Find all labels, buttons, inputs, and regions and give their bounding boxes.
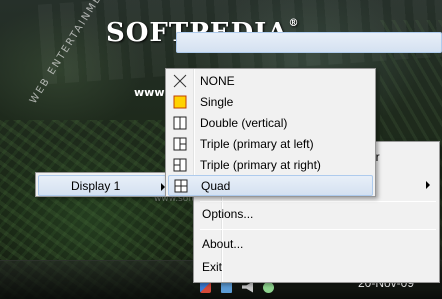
menu-item-display-1[interactable]: Display 1 bbox=[38, 175, 171, 196]
menu-item-label: Double (vertical) bbox=[200, 116, 288, 130]
windows-flag-icon[interactable] bbox=[200, 281, 211, 293]
triple-left-icon bbox=[173, 137, 187, 151]
menu-item-label: NONE bbox=[200, 74, 235, 88]
submenu-arrow-icon bbox=[426, 181, 430, 189]
menu-item-none[interactable]: NONE bbox=[168, 71, 373, 92]
menu-separator bbox=[200, 229, 436, 230]
double-vertical-icon bbox=[173, 116, 187, 130]
quad-icon bbox=[174, 179, 188, 193]
menu-separator bbox=[200, 201, 436, 202]
menu-item-label: Triple (primary at right) bbox=[200, 158, 321, 172]
www-text: www bbox=[134, 86, 165, 99]
menu-item-options[interactable]: Options... bbox=[202, 207, 253, 221]
layout-submenu: NONE Single Double (vertical) Triple (pr… bbox=[165, 68, 376, 197]
menu-item-triple-right[interactable]: Triple (primary at right) bbox=[168, 155, 373, 176]
single-pane-icon bbox=[173, 95, 187, 109]
menu-item-double-vertical[interactable]: Double (vertical) bbox=[168, 113, 373, 134]
display-menu: Display 1 bbox=[35, 172, 171, 197]
power-icon[interactable] bbox=[263, 281, 274, 293]
display-1-label: Display 1 bbox=[71, 179, 121, 193]
menu-item-label: Quad bbox=[201, 179, 231, 193]
menu-item-triple-left[interactable]: Triple (primary at left) bbox=[168, 134, 373, 155]
triple-right-icon bbox=[173, 158, 187, 172]
menu-item-exit[interactable]: Exit bbox=[202, 260, 222, 274]
menu-item-single[interactable]: Single bbox=[168, 92, 373, 113]
volume-icon[interactable] bbox=[242, 281, 253, 293]
menu-item-label: Single bbox=[200, 95, 234, 109]
registered-mark: ® bbox=[288, 18, 300, 29]
menu-item-display-1-highlight[interactable] bbox=[176, 32, 442, 53]
menu-item-about[interactable]: About... bbox=[202, 237, 243, 251]
network-icon[interactable] bbox=[221, 281, 232, 293]
x-cross-icon bbox=[173, 74, 187, 88]
menu-item-quad[interactable]: Quad bbox=[168, 175, 373, 196]
menu-item-label: Triple (primary at left) bbox=[200, 137, 314, 151]
